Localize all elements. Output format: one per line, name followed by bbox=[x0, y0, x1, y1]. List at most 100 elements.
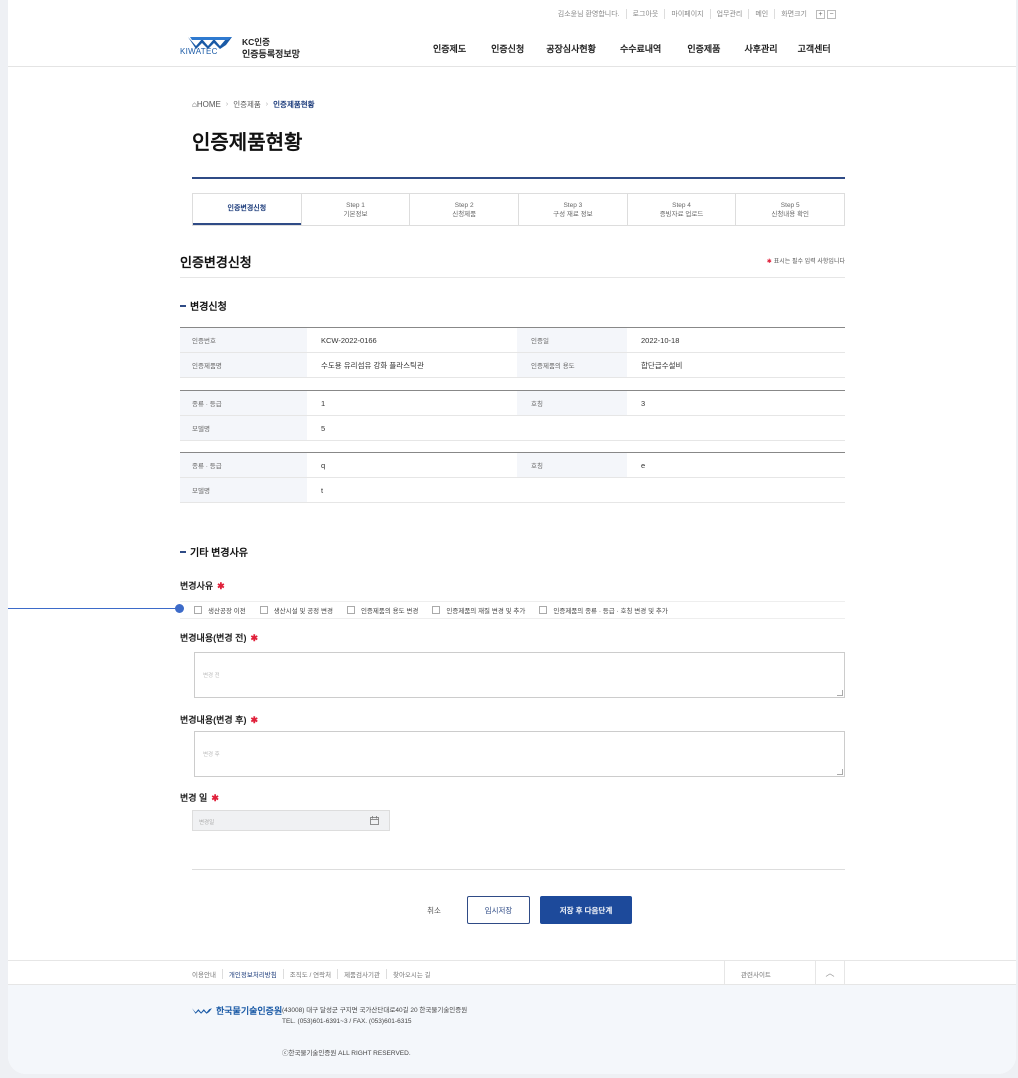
form-divider bbox=[192, 869, 845, 870]
font-plus-button[interactable]: + bbox=[816, 9, 825, 19]
calendar-icon[interactable] bbox=[370, 816, 379, 825]
date-label-text: 변경 일 bbox=[180, 793, 208, 803]
logo-line2: 인증등록정보망 bbox=[242, 49, 300, 59]
step-tab-1[interactable]: Step 1 기본정보 bbox=[300, 194, 410, 225]
nav-fees[interactable]: 수수료내역 bbox=[620, 42, 661, 55]
cancel-button[interactable]: 취소 bbox=[409, 896, 459, 924]
main-link[interactable]: 메인 bbox=[748, 9, 774, 19]
checkbox[interactable] bbox=[539, 606, 548, 614]
greeting-text: 김소윤님 환영합니다. bbox=[557, 11, 620, 18]
after-textarea[interactable]: 변경 후 bbox=[194, 731, 845, 777]
cert-no-label: 인증번호 bbox=[180, 328, 307, 352]
logout-link[interactable]: 로그아웃 bbox=[625, 9, 665, 19]
cert-date-value: 2022-10-18 bbox=[641, 335, 680, 345]
step-label: Step 3 bbox=[563, 201, 583, 209]
step-tab-change[interactable]: 인증변경신청 bbox=[193, 194, 301, 225]
product-name-label: 인증제품명 bbox=[180, 353, 307, 377]
product-name-value: 수도용 유리섬유 강화 플라스틱관 bbox=[321, 360, 424, 370]
footer-link-directions[interactable]: 찾아오시는 길 bbox=[385, 969, 437, 979]
checkbox[interactable] bbox=[259, 606, 268, 614]
before-label: 변경내용(변경 전) ✱ bbox=[180, 631, 258, 644]
type-label: 종류 · 등급 bbox=[180, 391, 307, 415]
step-sub: 신청제품 bbox=[452, 210, 477, 218]
cert-info-table: 인증번호 KCW-2022-0166 인증일 2022-10-18 인증제품명 … bbox=[180, 327, 845, 378]
mypage-link[interactable]: 마이페이지 bbox=[664, 9, 709, 19]
title-underline bbox=[192, 177, 845, 179]
work-link[interactable]: 업무관리 bbox=[709, 9, 749, 19]
reason-option-label: 인증제품의 종류 · 등급 · 호칭 변경 및 추가 bbox=[553, 608, 668, 615]
required-asterisk-icon: ✱ bbox=[250, 715, 259, 725]
save-next-button[interactable]: 저장 후 다음단계 bbox=[540, 896, 632, 924]
type-label: 종류 · 등급 bbox=[180, 453, 307, 477]
cert-date-label: 인증일 bbox=[517, 328, 627, 352]
reason-checkboxes: 생산공장 이전 생산시설 및 공정 변경 인증제품의 용도 변경 인증제품의 재… bbox=[180, 601, 845, 619]
change-request-heading: 변경신청 bbox=[180, 298, 227, 313]
checkbox[interactable] bbox=[432, 606, 441, 614]
usage-label: 인증제품의 용도 bbox=[517, 353, 627, 377]
breadcrumb-level1[interactable]: 인증제품 bbox=[233, 99, 261, 110]
required-note: ✱ 표시는 필수 입력 사항입니다 bbox=[767, 256, 845, 265]
callout-dot bbox=[175, 604, 184, 613]
page-title: 인증제품현황 bbox=[192, 132, 303, 154]
table-row: 모델명 t bbox=[180, 478, 845, 503]
breadcrumb-home[interactable]: HOME bbox=[197, 100, 221, 109]
nav-after-care[interactable]: 사후관리 bbox=[744, 42, 777, 55]
step-tab-4[interactable]: Step 4 증빙자료 업로드 bbox=[626, 194, 736, 225]
footer-links-bar bbox=[8, 960, 1016, 985]
home-icon[interactable]: ⌂HOME bbox=[192, 100, 221, 109]
footer-link-guide[interactable]: 이용안내 bbox=[192, 969, 222, 979]
nav-cert-system[interactable]: 인증제도 bbox=[433, 42, 466, 55]
footer-link-privacy[interactable]: 개인정보처리방침 bbox=[221, 969, 283, 979]
nav-cert-apply[interactable]: 인증신청 bbox=[491, 42, 524, 55]
checkbox[interactable] bbox=[346, 606, 355, 614]
checkbox[interactable] bbox=[194, 606, 202, 614]
nav-customer-center[interactable]: 고객센터 bbox=[798, 42, 831, 55]
to-top-button[interactable]: ︿ bbox=[815, 960, 845, 985]
step-tab-5[interactable]: Step 5 신청내용 확인 bbox=[735, 194, 844, 225]
nav-cert-products[interactable]: 인증제품 bbox=[687, 42, 720, 55]
table-row: 종류 · 등급 q 호칭 e bbox=[180, 453, 845, 478]
reason-option-process-change[interactable]: 생산시설 및 공정 변경 bbox=[259, 605, 333, 615]
table-row: 종류 · 등급 1 호칭 3 bbox=[180, 391, 845, 416]
nav-factory-audit[interactable]: 공장심사현황 bbox=[546, 42, 596, 55]
required-asterisk-icon: ✱ bbox=[217, 581, 225, 591]
step-sub: 증빙자료 업로드 bbox=[659, 210, 704, 218]
cert-no-value: KCW-2022-0166 bbox=[321, 335, 377, 345]
before-textarea[interactable]: 변경 전 bbox=[194, 652, 845, 698]
model-label: 모델명 bbox=[180, 478, 307, 502]
footer-link-org[interactable]: 조직도 / 연락처 bbox=[282, 969, 337, 979]
temp-save-button[interactable]: 임시저장 bbox=[467, 896, 530, 924]
chevron-right-icon: › bbox=[225, 101, 229, 108]
reason-option-usage-change[interactable]: 인증제품의 용도 변경 bbox=[346, 605, 418, 615]
step-sub: 기본정보 bbox=[343, 210, 368, 218]
size-label: 호칭 bbox=[517, 453, 627, 477]
step-tab-2[interactable]: Step 2 신청제품 bbox=[409, 194, 518, 225]
change-date-input[interactable]: 변경일 bbox=[192, 810, 390, 831]
type-value: 1 bbox=[321, 398, 326, 408]
family-site-select[interactable]: 관련사이트 bbox=[724, 960, 815, 985]
other-reason-heading-text: 기타 변경사유 bbox=[190, 548, 248, 559]
site-logo[interactable]: KIWATEC KC인증 인증등록정보망 bbox=[180, 28, 320, 62]
table-row: 모델명 5 bbox=[180, 416, 845, 441]
font-minus-button[interactable]: − bbox=[827, 9, 836, 19]
usage-value: 합단급수설비 bbox=[641, 360, 683, 370]
logo-brand: KIWATEC bbox=[180, 47, 218, 56]
reason-option-material-change[interactable]: 인증제품의 재질 변경 및 추가 bbox=[432, 605, 525, 615]
footer-links: 이용안내 개인정보처리방침 조직도 / 연락처 제품검사기관 찾아오시는 길 bbox=[192, 969, 437, 979]
reason-option-type-change[interactable]: 인증제품의 종류 · 등급 · 호칭 변경 및 추가 bbox=[539, 605, 668, 615]
date-placeholder: 변경일 bbox=[199, 820, 215, 826]
font-size-label: 화면크기 bbox=[774, 9, 813, 19]
reason-option-label: 생산시설 및 공정 변경 bbox=[273, 608, 333, 615]
page-frame: 김소윤님 환영합니다. 로그아웃 마이페이지 업무관리 메인 화면크기 + − … bbox=[8, 0, 1016, 1074]
footer-link-inspection[interactable]: 제품검사기관 bbox=[337, 969, 386, 979]
step-label: Step 4 bbox=[672, 201, 691, 209]
footer-address-line: (43008) 대구 달성군 구지면 국가산단대로40길 20 한국물기술인증원 bbox=[282, 1007, 468, 1014]
step-tab-3[interactable]: Step 3 구성 재료 정보 bbox=[518, 194, 627, 225]
spec-table-2: 종류 · 등급 q 호칭 e 모델명 t bbox=[180, 452, 845, 503]
size-value: e bbox=[641, 460, 646, 470]
required-asterisk-icon: ✱ bbox=[766, 259, 772, 265]
reason-label: 변경사유 ✱ bbox=[180, 579, 225, 592]
step-label: Step 2 bbox=[454, 201, 474, 209]
reason-option-factory-move[interactable]: 생산공장 이전 bbox=[194, 605, 246, 615]
breadcrumb: ⌂HOME › 인증제품 › 인증제품현황 bbox=[192, 99, 315, 110]
